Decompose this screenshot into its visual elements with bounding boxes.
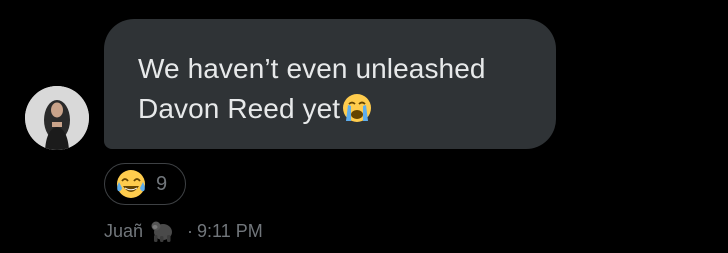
face-with-tears-of-joy-emoji-icon (117, 170, 145, 198)
reaction-pill[interactable]: 9 (104, 163, 186, 205)
message-bubble[interactable]: We haven’t even unleashed Davon Reed yet (104, 19, 556, 149)
avatar[interactable] (25, 86, 89, 150)
message-text-line-2: Davon Reed yet (138, 89, 522, 129)
reaction-count: 9 (156, 172, 168, 195)
timestamp: 9:11 PM (197, 220, 263, 241)
message-meta: Juañ · 9:11 PM (104, 218, 263, 244)
loudly-crying-face-emoji-icon (343, 93, 372, 122)
sender-name[interactable]: Juañ (104, 221, 143, 242)
avatar-image (25, 86, 89, 150)
gorilla-emoji-icon (151, 221, 173, 242)
message-text-line-2-text: Davon Reed yet (138, 93, 341, 124)
meta-separator: · (187, 220, 194, 241)
message-text-line-1: We haven’t even unleashed (138, 53, 486, 84)
